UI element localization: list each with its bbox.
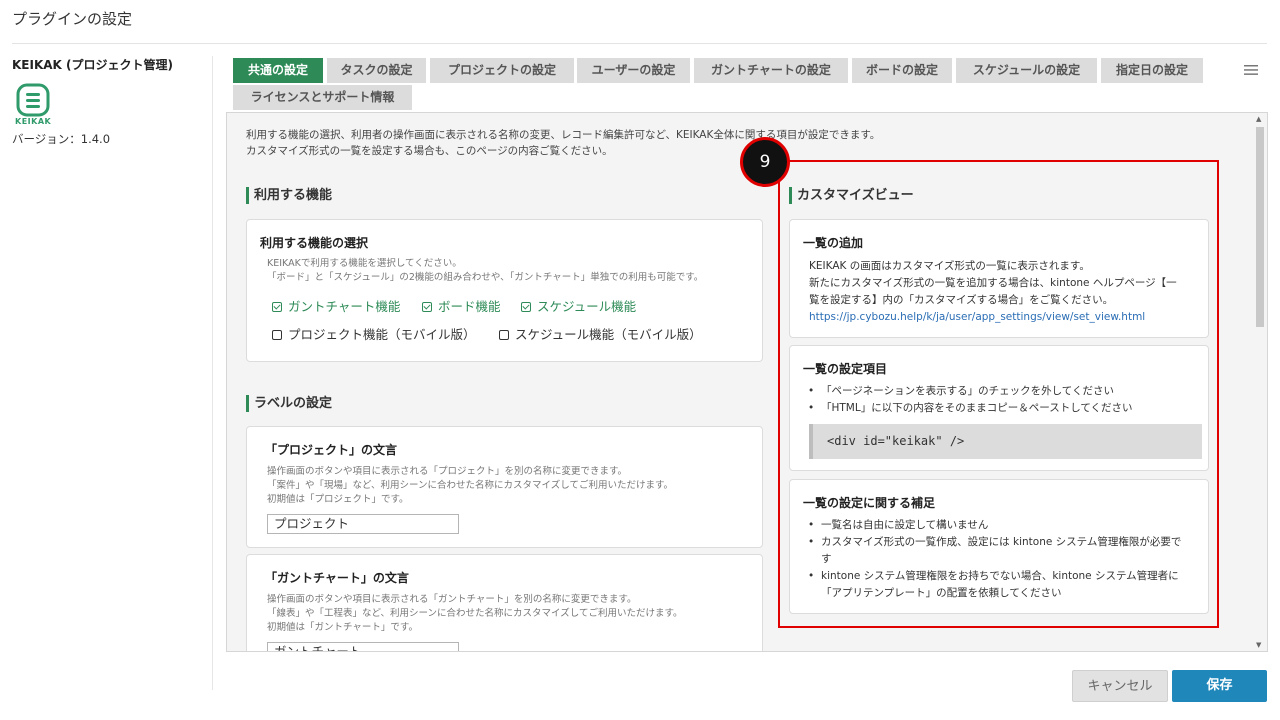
checkbox-label: ボード機能: [438, 299, 501, 314]
checkbox-schedule-mobile[interactable]: スケジュール機能（モバイル版）: [499, 324, 702, 343]
project-label-desc-line: 操作画面のボタンや項目に表示される「プロジェクト」を別の名称に変更できます。: [267, 466, 628, 477]
checkbox-label: ガントチャート機能: [288, 299, 401, 314]
checkbox-checked-icon: [272, 302, 282, 312]
tab-date-settings[interactable]: 指定日の設定: [1101, 58, 1203, 83]
features-desc-line: KEIKAKで利用する機能を選択してください。: [267, 258, 462, 269]
features-heading: 利用する機能: [246, 187, 332, 204]
checkbox-label: プロジェクト機能（モバイル版）: [288, 327, 476, 342]
features-card-title: 利用する機能の選択: [260, 236, 369, 250]
cancel-button[interactable]: キャンセル: [1072, 670, 1168, 702]
keikak-logo-icon: [16, 83, 50, 117]
checkbox-unchecked-icon: [272, 330, 282, 340]
checkbox-checked-icon: [422, 302, 432, 312]
checkbox-schedule-feature[interactable]: スケジュール機能: [521, 296, 636, 315]
gantt-label-desc-line: 操作画面のボタンや項目に表示される「ガントチャート」を別の名称に変更できます。: [267, 594, 637, 605]
hamburger-menu-icon[interactable]: [1243, 62, 1259, 78]
project-label-input[interactable]: プロジェクト: [267, 514, 459, 534]
gantt-label-card: 「ガントチャート」の文言 操作画面のボタンや項目に表示される「ガントチャート」を…: [246, 554, 763, 651]
gantt-label-desc-line: 初期値は「ガントチャート」です。: [267, 622, 418, 633]
tab-task-settings[interactable]: タスクの設定: [327, 58, 426, 83]
tab-schedule-settings[interactable]: スケジュールの設定: [956, 58, 1097, 83]
checkbox-board-feature[interactable]: ボード機能: [422, 296, 501, 315]
logo-text: KEIKAK: [15, 117, 52, 126]
features-card: 利用する機能の選択 KEIKAKで利用する機能を選択してください。 「ボード」と…: [246, 219, 763, 362]
gantt-label-desc-line: 「線表」や「工程表」など、利用シーンに合わせた名称にカスタマイズしてご利用いただ…: [267, 608, 683, 619]
annotation-highlight-box: [778, 160, 1219, 628]
tab-gantt-settings[interactable]: ガントチャートの設定: [694, 58, 848, 83]
project-label-card: 「プロジェクト」の文言 操作画面のボタンや項目に表示される「プロジェクト」を別の…: [246, 426, 763, 548]
scroll-up-arrow-icon[interactable]: ▲: [1256, 115, 1261, 123]
scroll-down-arrow-icon[interactable]: ▼: [1256, 641, 1261, 649]
tab-license-support[interactable]: ライセンスとサポート情報: [233, 85, 412, 110]
project-label-title: 「プロジェクト」の文言: [265, 443, 398, 457]
sidebar-divider: [212, 56, 213, 690]
page-title: プラグインの設定: [12, 10, 133, 28]
project-label-desc-line: 初期値は「プロジェクト」です。: [267, 494, 409, 505]
gantt-label-title: 「ガントチャート」の文言: [265, 571, 409, 585]
features-desc: KEIKAKで利用する機能を選択してください。 「ボード」と「スケジュール」の2…: [267, 257, 703, 285]
sidebar: KEIKAK (プロジェクト管理) KEIKAK バージョン：1.4.0: [12, 56, 207, 147]
project-label-desc-line: 「案件」や「現場」など、利用シーンに合わせた名称にカスタマイズしてご利用いただけ…: [267, 480, 674, 491]
labels-heading: ラベルの設定: [246, 395, 332, 412]
annotation-number-badge: 9: [740, 137, 790, 187]
title-divider: [12, 43, 1267, 44]
checkbox-label: スケジュール機能: [537, 299, 637, 314]
plugin-version: バージョン：1.4.0: [12, 132, 111, 146]
content-scrollbar[interactable]: ▲ ▼: [1252, 113, 1267, 651]
tab-board-settings[interactable]: ボードの設定: [852, 58, 952, 83]
checkbox-project-mobile[interactable]: プロジェクト機能（モバイル版）: [272, 324, 476, 343]
intro-line: 利用する機能の選択、利用者の操作画面に表示される名称の変更、レコード編集許可など…: [246, 129, 881, 141]
features-desc-line: 「ボード」と「スケジュール」の2機能の組み合わせや、「ガントチャート」単独での利…: [267, 272, 704, 283]
gantt-label-desc: 操作画面のボタンや項目に表示される「ガントチャート」を別の名称に変更できます。 …: [267, 593, 683, 635]
tab-common-settings[interactable]: 共通の設定: [233, 58, 323, 83]
save-button[interactable]: 保存: [1172, 670, 1267, 702]
gantt-label-input[interactable]: ガントチャート: [267, 642, 459, 651]
keikak-logo: KEIKAK: [12, 83, 52, 127]
checkbox-gantt-feature[interactable]: ガントチャート機能: [272, 296, 400, 315]
project-label-desc: 操作画面のボタンや項目に表示される「プロジェクト」を別の名称に変更できます。 「…: [267, 465, 673, 507]
scroll-thumb[interactable]: [1256, 127, 1264, 327]
tab-project-settings[interactable]: プロジェクトの設定: [430, 58, 574, 83]
checkbox-label: スケジュール機能（モバイル版）: [515, 327, 702, 342]
tab-user-settings[interactable]: ユーザーの設定: [577, 58, 690, 83]
checkbox-unchecked-icon: [499, 330, 509, 340]
plugin-name: KEIKAK (プロジェクト管理): [12, 58, 173, 72]
checkbox-checked-icon: [521, 302, 531, 312]
